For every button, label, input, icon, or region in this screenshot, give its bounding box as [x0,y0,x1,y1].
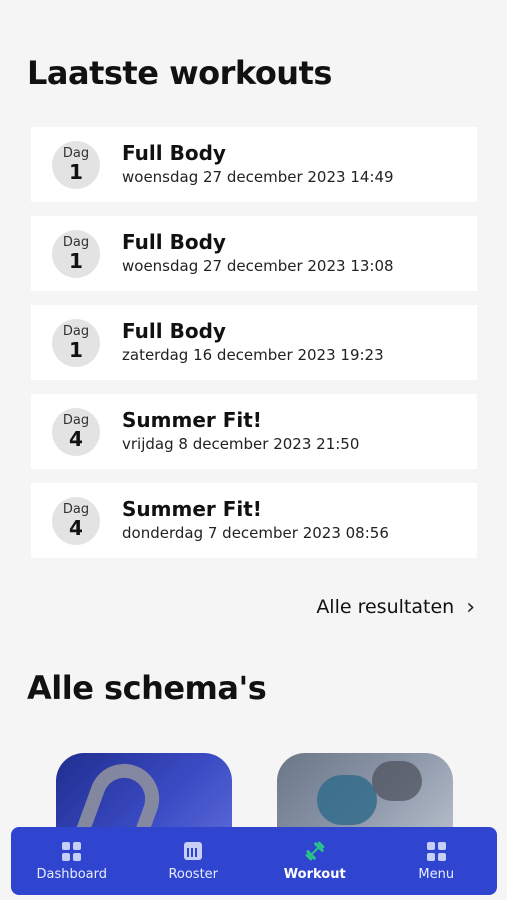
day-badge-label: Dag [62,324,90,339]
workout-date: donderdag 7 december 2023 08:56 [122,524,389,542]
day-badge-label: Dag [62,235,90,250]
page: Laatste workouts Dag 1 Full Body woensda… [0,0,507,900]
menu-grid-icon [381,840,491,862]
day-badge: Dag 1 [52,230,100,278]
workout-date: zaterdag 16 december 2023 19:23 [122,346,384,364]
workout-title: Summer Fit! [122,408,262,432]
day-badge: Dag 1 [52,319,100,367]
workout-card[interactable]: Dag 1 Full Body zaterdag 16 december 202… [31,305,477,380]
day-badge-number: 1 [69,338,83,362]
workout-title: Full Body [122,319,226,343]
dashboard-icon [17,840,127,862]
day-badge-label: Dag [62,413,90,428]
chevron-right-icon: › [466,594,475,620]
latest-workouts-title: Laatste workouts [27,54,332,92]
day-badge-label: Dag [62,502,90,517]
workout-card[interactable]: Dag 1 Full Body woensdag 27 december 202… [31,127,477,202]
workout-title: Summer Fit! [122,497,262,521]
workout-card[interactable]: Dag 4 Summer Fit! donderdag 7 december 2… [31,483,477,558]
day-badge-number: 4 [69,516,83,540]
workout-list: Dag 1 Full Body woensdag 27 december 202… [31,127,477,572]
tab-dashboard[interactable]: Dashboard [17,840,127,882]
tab-rooster[interactable]: Rooster [138,840,248,882]
tab-menu[interactable]: Menu [381,840,491,882]
workout-card[interactable]: Dag 1 Full Body woensdag 27 december 202… [31,216,477,291]
day-badge: Dag 1 [52,141,100,189]
plan-image [317,775,377,825]
day-badge: Dag 4 [52,497,100,545]
workout-title: Full Body [122,141,226,165]
bottom-tab-bar: Dashboard Rooster Workout Menu [11,827,497,895]
workout-title: Full Body [122,230,226,254]
calendar-icon [138,840,248,862]
workout-date: vrijdag 8 december 2023 21:50 [122,435,360,453]
all-results-link[interactable]: Alle resultaten › [316,596,475,618]
day-badge-number: 1 [69,249,83,273]
tab-workout[interactable]: Workout [260,840,370,882]
all-plans-title: Alle schema's [27,669,267,707]
day-badge-label: Dag [62,146,90,161]
workout-date: woensdag 27 december 2023 14:49 [122,168,394,186]
workout-date: woensdag 27 december 2023 13:08 [122,257,394,275]
day-badge-number: 4 [69,427,83,451]
tab-label: Menu [418,867,455,882]
all-results-label: Alle resultaten [316,596,455,618]
day-badge: Dag 4 [52,408,100,456]
tab-label: Rooster [168,867,219,882]
dumbbell-icon [260,840,370,862]
tab-label: Dashboard [36,867,108,882]
plan-image-detail [372,761,422,801]
day-badge-number: 1 [69,160,83,184]
tab-label: Workout [283,867,346,882]
workout-card[interactable]: Dag 4 Summer Fit! vrijdag 8 december 202… [31,394,477,469]
